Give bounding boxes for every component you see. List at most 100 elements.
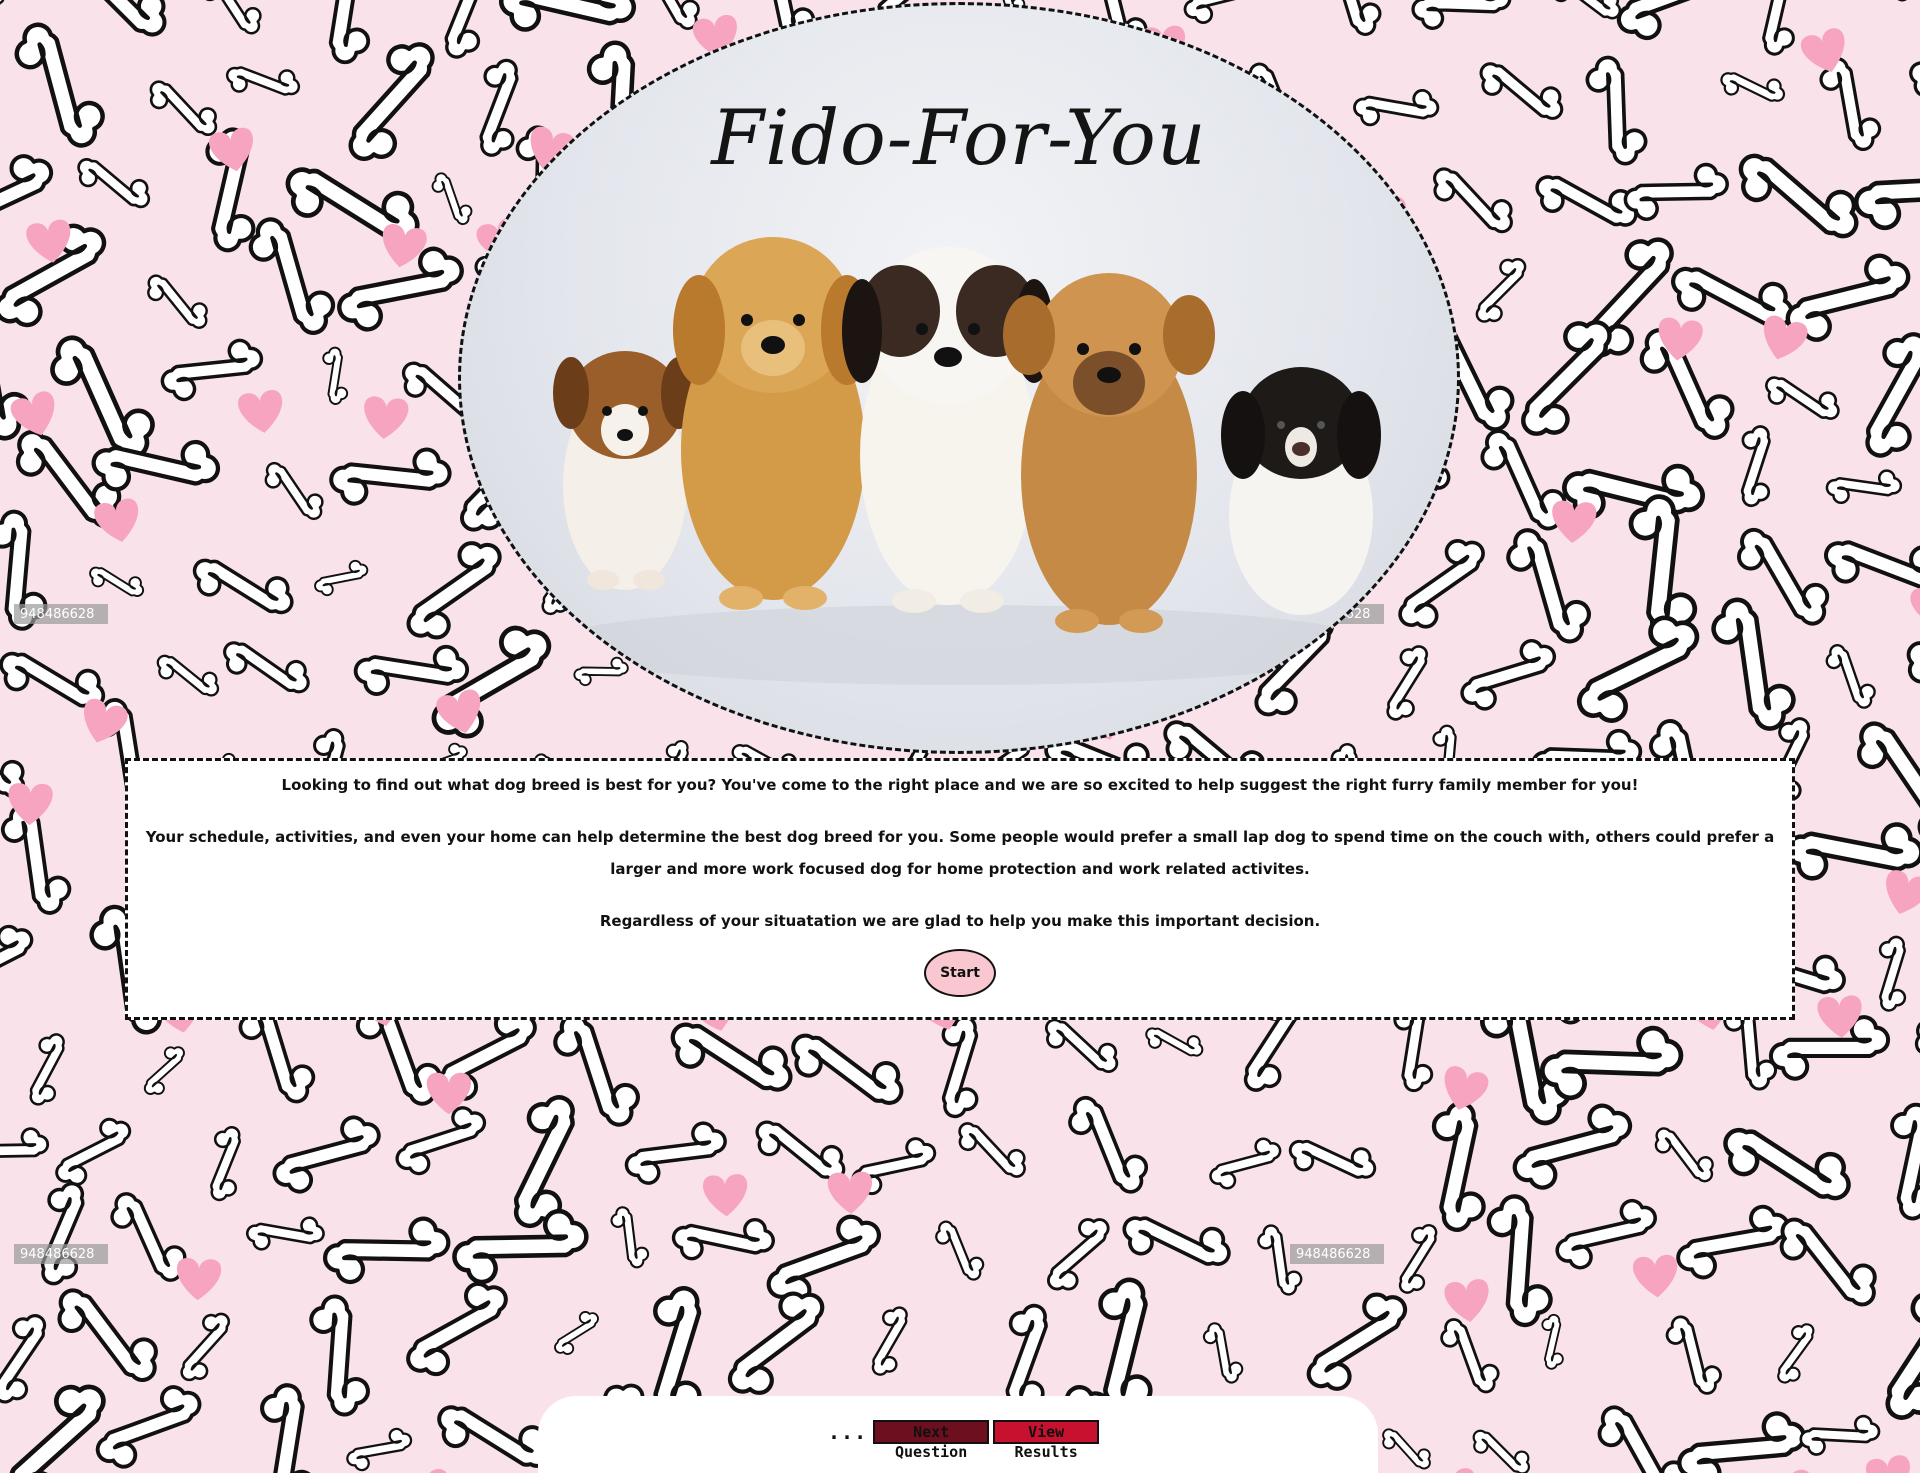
- bone-icon: [1894, 617, 1920, 743]
- bone-icon: [243, 1206, 328, 1261]
- bone-icon: [545, 1306, 608, 1360]
- intro-paragraph: Your schedule, activities, and even your…: [145, 828, 1775, 878]
- bone-icon: [1905, 1002, 1920, 1113]
- bone-icon: [1451, 633, 1566, 717]
- heart-icon: [236, 388, 287, 437]
- bone-icon: [1871, 1098, 1920, 1225]
- bone-icon: [0, 0, 21, 51]
- bone-icon: [194, 0, 269, 47]
- puppy-illustration: [553, 351, 697, 590]
- bone-icon: [1854, 151, 1920, 229]
- bone-icon: [183, 534, 303, 638]
- bone-icon: [386, 1100, 496, 1181]
- bone-icon: [930, 1212, 989, 1289]
- bone-icon: [83, 1377, 214, 1473]
- hero-banner: Fido-For-You: [458, 2, 1460, 754]
- bone-icon: [608, 1203, 651, 1271]
- bone-icon: [1282, 1119, 1383, 1200]
- bone-icon: [1060, 1083, 1156, 1206]
- bone-icon: [1710, 594, 1797, 735]
- bone-icon: [150, 640, 226, 712]
- bone-icon: [221, 49, 305, 113]
- intro-panel: Looking to find out what dog breed is be…: [125, 758, 1795, 1020]
- bone-icon: [139, 261, 216, 343]
- site-title: Fido-For-You: [711, 93, 1207, 182]
- puppy-illustration: [1003, 273, 1215, 633]
- bone-icon: [16, 1175, 109, 1293]
- heart-icon: [361, 395, 410, 441]
- bone-icon: [1661, 1309, 1726, 1402]
- bone-icon: [1838, 324, 1920, 465]
- bone-icon: [12, 1027, 82, 1112]
- bone-icon: [84, 553, 149, 610]
- bone-icon: [43, 1110, 144, 1193]
- bone-icon: [1290, 1283, 1425, 1400]
- bone-icon: [855, 1300, 925, 1382]
- bone-icon: [310, 557, 372, 599]
- bone-icon: [1847, 702, 1920, 844]
- bone-icon: [1823, 461, 1905, 513]
- heart-icon: [827, 1171, 874, 1215]
- bone-icon: [0, 1126, 50, 1175]
- bone-icon: [1505, 1100, 1640, 1194]
- bone-icon: [1482, 1195, 1558, 1327]
- heart-icon: [403, 1467, 455, 1473]
- bone-icon: [247, 1382, 328, 1473]
- heart-icon: [1632, 1253, 1680, 1300]
- bone-icon: [1203, 1133, 1288, 1194]
- bone-icon: [1742, 0, 1811, 60]
- view-results-button[interactable]: View Results: [993, 1420, 1100, 1461]
- heart-icon: [1908, 582, 1920, 631]
- bone-icon: [1541, 1024, 1681, 1101]
- bone-icon: [391, 1274, 523, 1385]
- bone-icon: [1542, 0, 1629, 37]
- bone-icon: [1819, 515, 1920, 614]
- bone-icon: [315, 345, 355, 407]
- bone-icon: [329, 440, 452, 513]
- bone-icon: [10, 14, 109, 156]
- bone-icon: [1465, 1416, 1537, 1473]
- bone-icon: [304, 0, 384, 68]
- watermark-id: 948486628: [20, 607, 94, 622]
- bone-icon: [1470, 42, 1573, 140]
- bone-icon: [782, 1009, 913, 1129]
- heart-icon: [1864, 1453, 1915, 1473]
- bone-icon: [1714, 1100, 1860, 1228]
- bone-icon: [668, 1201, 779, 1277]
- watermark-id: 948486628: [20, 1247, 94, 1262]
- bone-icon: [1584, 54, 1649, 167]
- bone-icon: [919, 1010, 1001, 1124]
- bone-icon: [1913, 406, 1920, 536]
- bone-icon: [305, 1295, 375, 1416]
- bone-icon: [1623, 162, 1730, 222]
- bone-icon: [214, 620, 318, 714]
- bone-icon: [1798, 1411, 1882, 1460]
- bone-icon: [1647, 1114, 1722, 1195]
- bone-icon: [1606, 0, 1742, 46]
- bone-icon: [1140, 1013, 1209, 1071]
- bone-icon: [1821, 637, 1881, 716]
- heart-icon: [1766, 1468, 1817, 1473]
- bone-icon: [1763, 1317, 1829, 1390]
- watermark-id: 948486628: [1296, 1247, 1370, 1262]
- bone-icon: [257, 450, 331, 532]
- intro-paragraph: Looking to find out what dog breed is be…: [281, 776, 1639, 794]
- bone-icon: [1114, 1190, 1239, 1292]
- bone-icon: [47, 1269, 168, 1401]
- bone-icon: [1460, 250, 1542, 331]
- bone-icon: [1502, 520, 1595, 652]
- bone-icon: [756, 1209, 892, 1311]
- bone-icon: [949, 1106, 1035, 1194]
- puppy-illustration: [1221, 367, 1381, 615]
- start-button[interactable]: Start: [924, 949, 996, 997]
- bone-icon: [69, 141, 158, 226]
- heart-icon: [1443, 1277, 1493, 1325]
- next-question-button[interactable]: Next Question: [873, 1420, 990, 1461]
- heart-icon: [702, 1173, 749, 1218]
- heart-icon: [1878, 867, 1920, 920]
- bone-icon: [1722, 420, 1790, 512]
- bone-icon: [1435, 1309, 1505, 1402]
- bone-icon: [244, 209, 339, 344]
- bone-icon: [1715, 56, 1790, 118]
- bone-icon: [132, 1040, 196, 1102]
